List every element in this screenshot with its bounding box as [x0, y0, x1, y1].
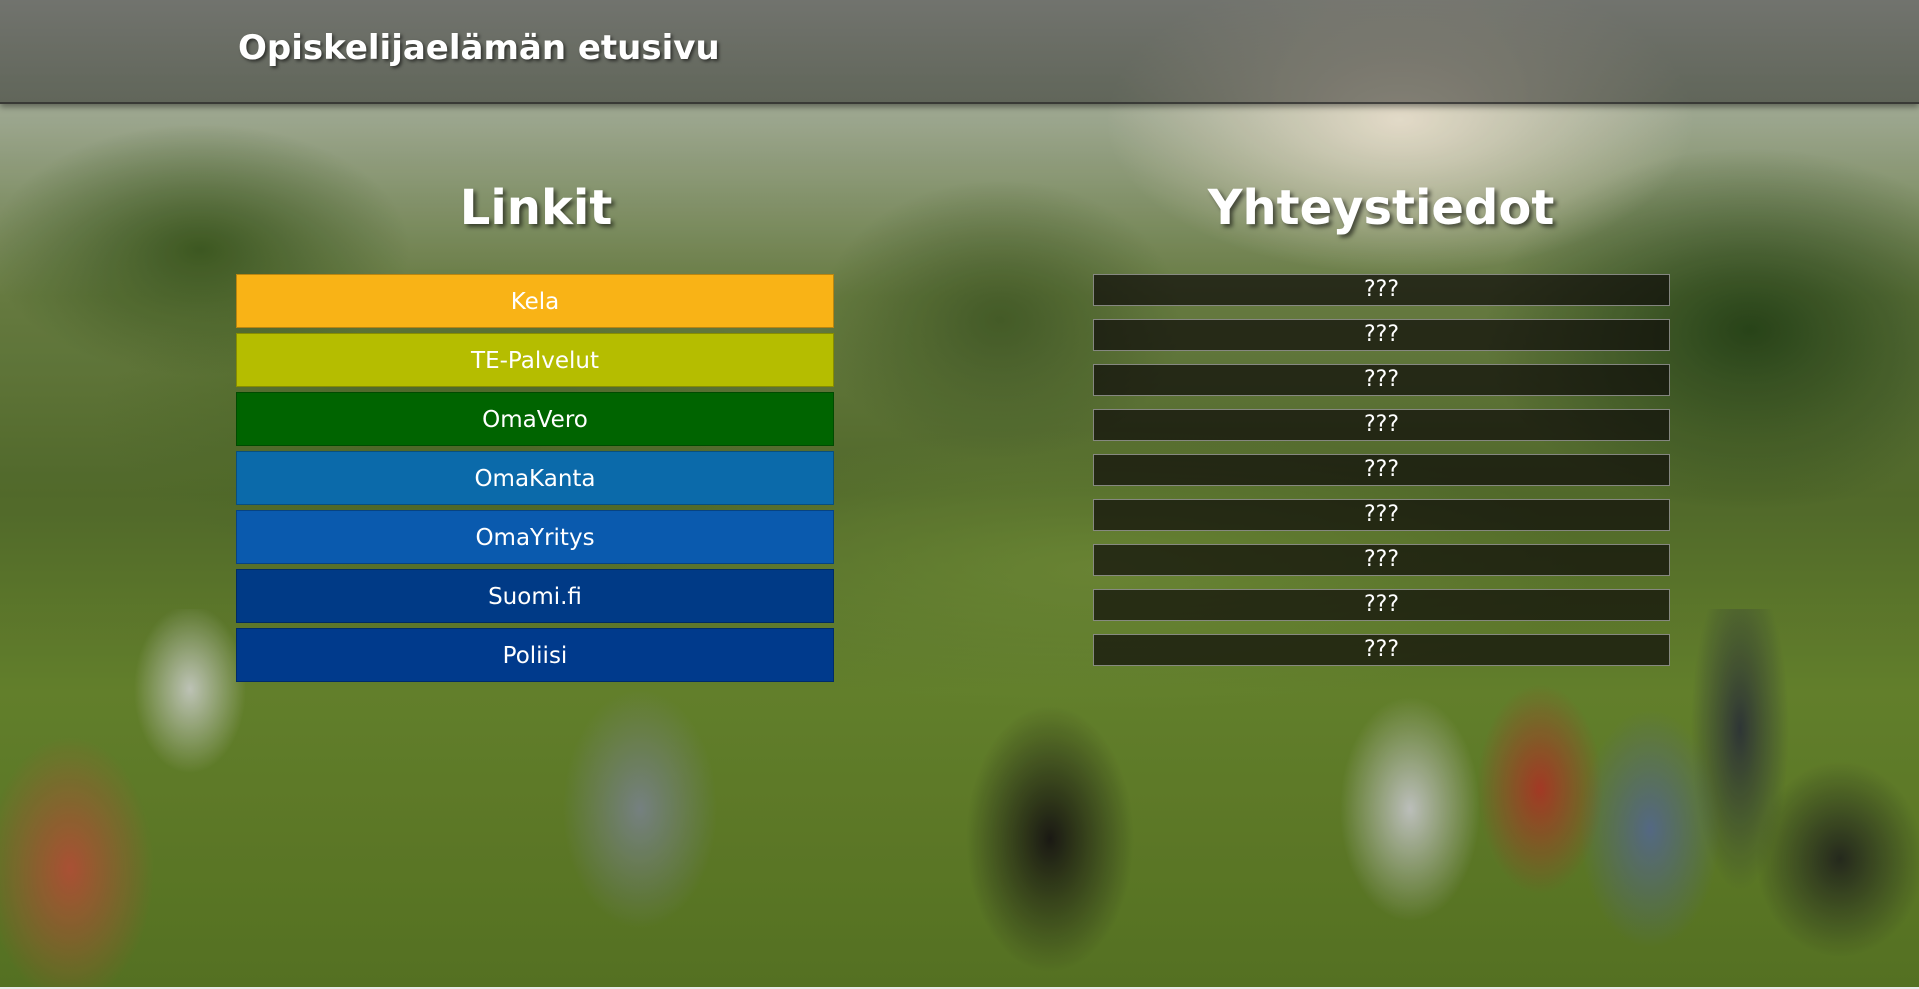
contact-item: ??? — [1093, 544, 1670, 576]
contact-item: ??? — [1093, 634, 1670, 666]
contact-item: ??? — [1093, 409, 1670, 441]
contact-item: ??? — [1093, 589, 1670, 621]
link-omakanta[interactable]: OmaKanta — [236, 451, 834, 505]
contact-item: ??? — [1093, 454, 1670, 486]
contact-item: ??? — [1093, 499, 1670, 531]
links-heading: Linkit — [459, 180, 613, 236]
link-omavero[interactable]: OmaVero — [236, 392, 834, 446]
link-suomi-fi[interactable]: Suomi.fi — [236, 569, 834, 623]
links-list: Kela TE-Palvelut OmaVero OmaKanta OmaYri… — [236, 274, 836, 687]
page-title: Opiskelijaelämän etusivu — [238, 28, 720, 68]
link-omayritys[interactable]: OmaYritys — [236, 510, 834, 564]
contact-item: ??? — [1093, 364, 1670, 396]
link-kela[interactable]: Kela — [236, 274, 834, 328]
link-te-palvelut[interactable]: TE-Palvelut — [236, 333, 834, 387]
contacts-heading: Yhteystiedot — [1207, 180, 1555, 236]
contacts-list: ??? ??? ??? ??? ??? ??? ??? ??? ??? — [1093, 274, 1670, 679]
link-poliisi[interactable]: Poliisi — [236, 628, 834, 682]
contact-item: ??? — [1093, 274, 1670, 306]
contact-item: ??? — [1093, 319, 1670, 351]
page-header: Opiskelijaelämän etusivu — [0, 0, 1919, 104]
